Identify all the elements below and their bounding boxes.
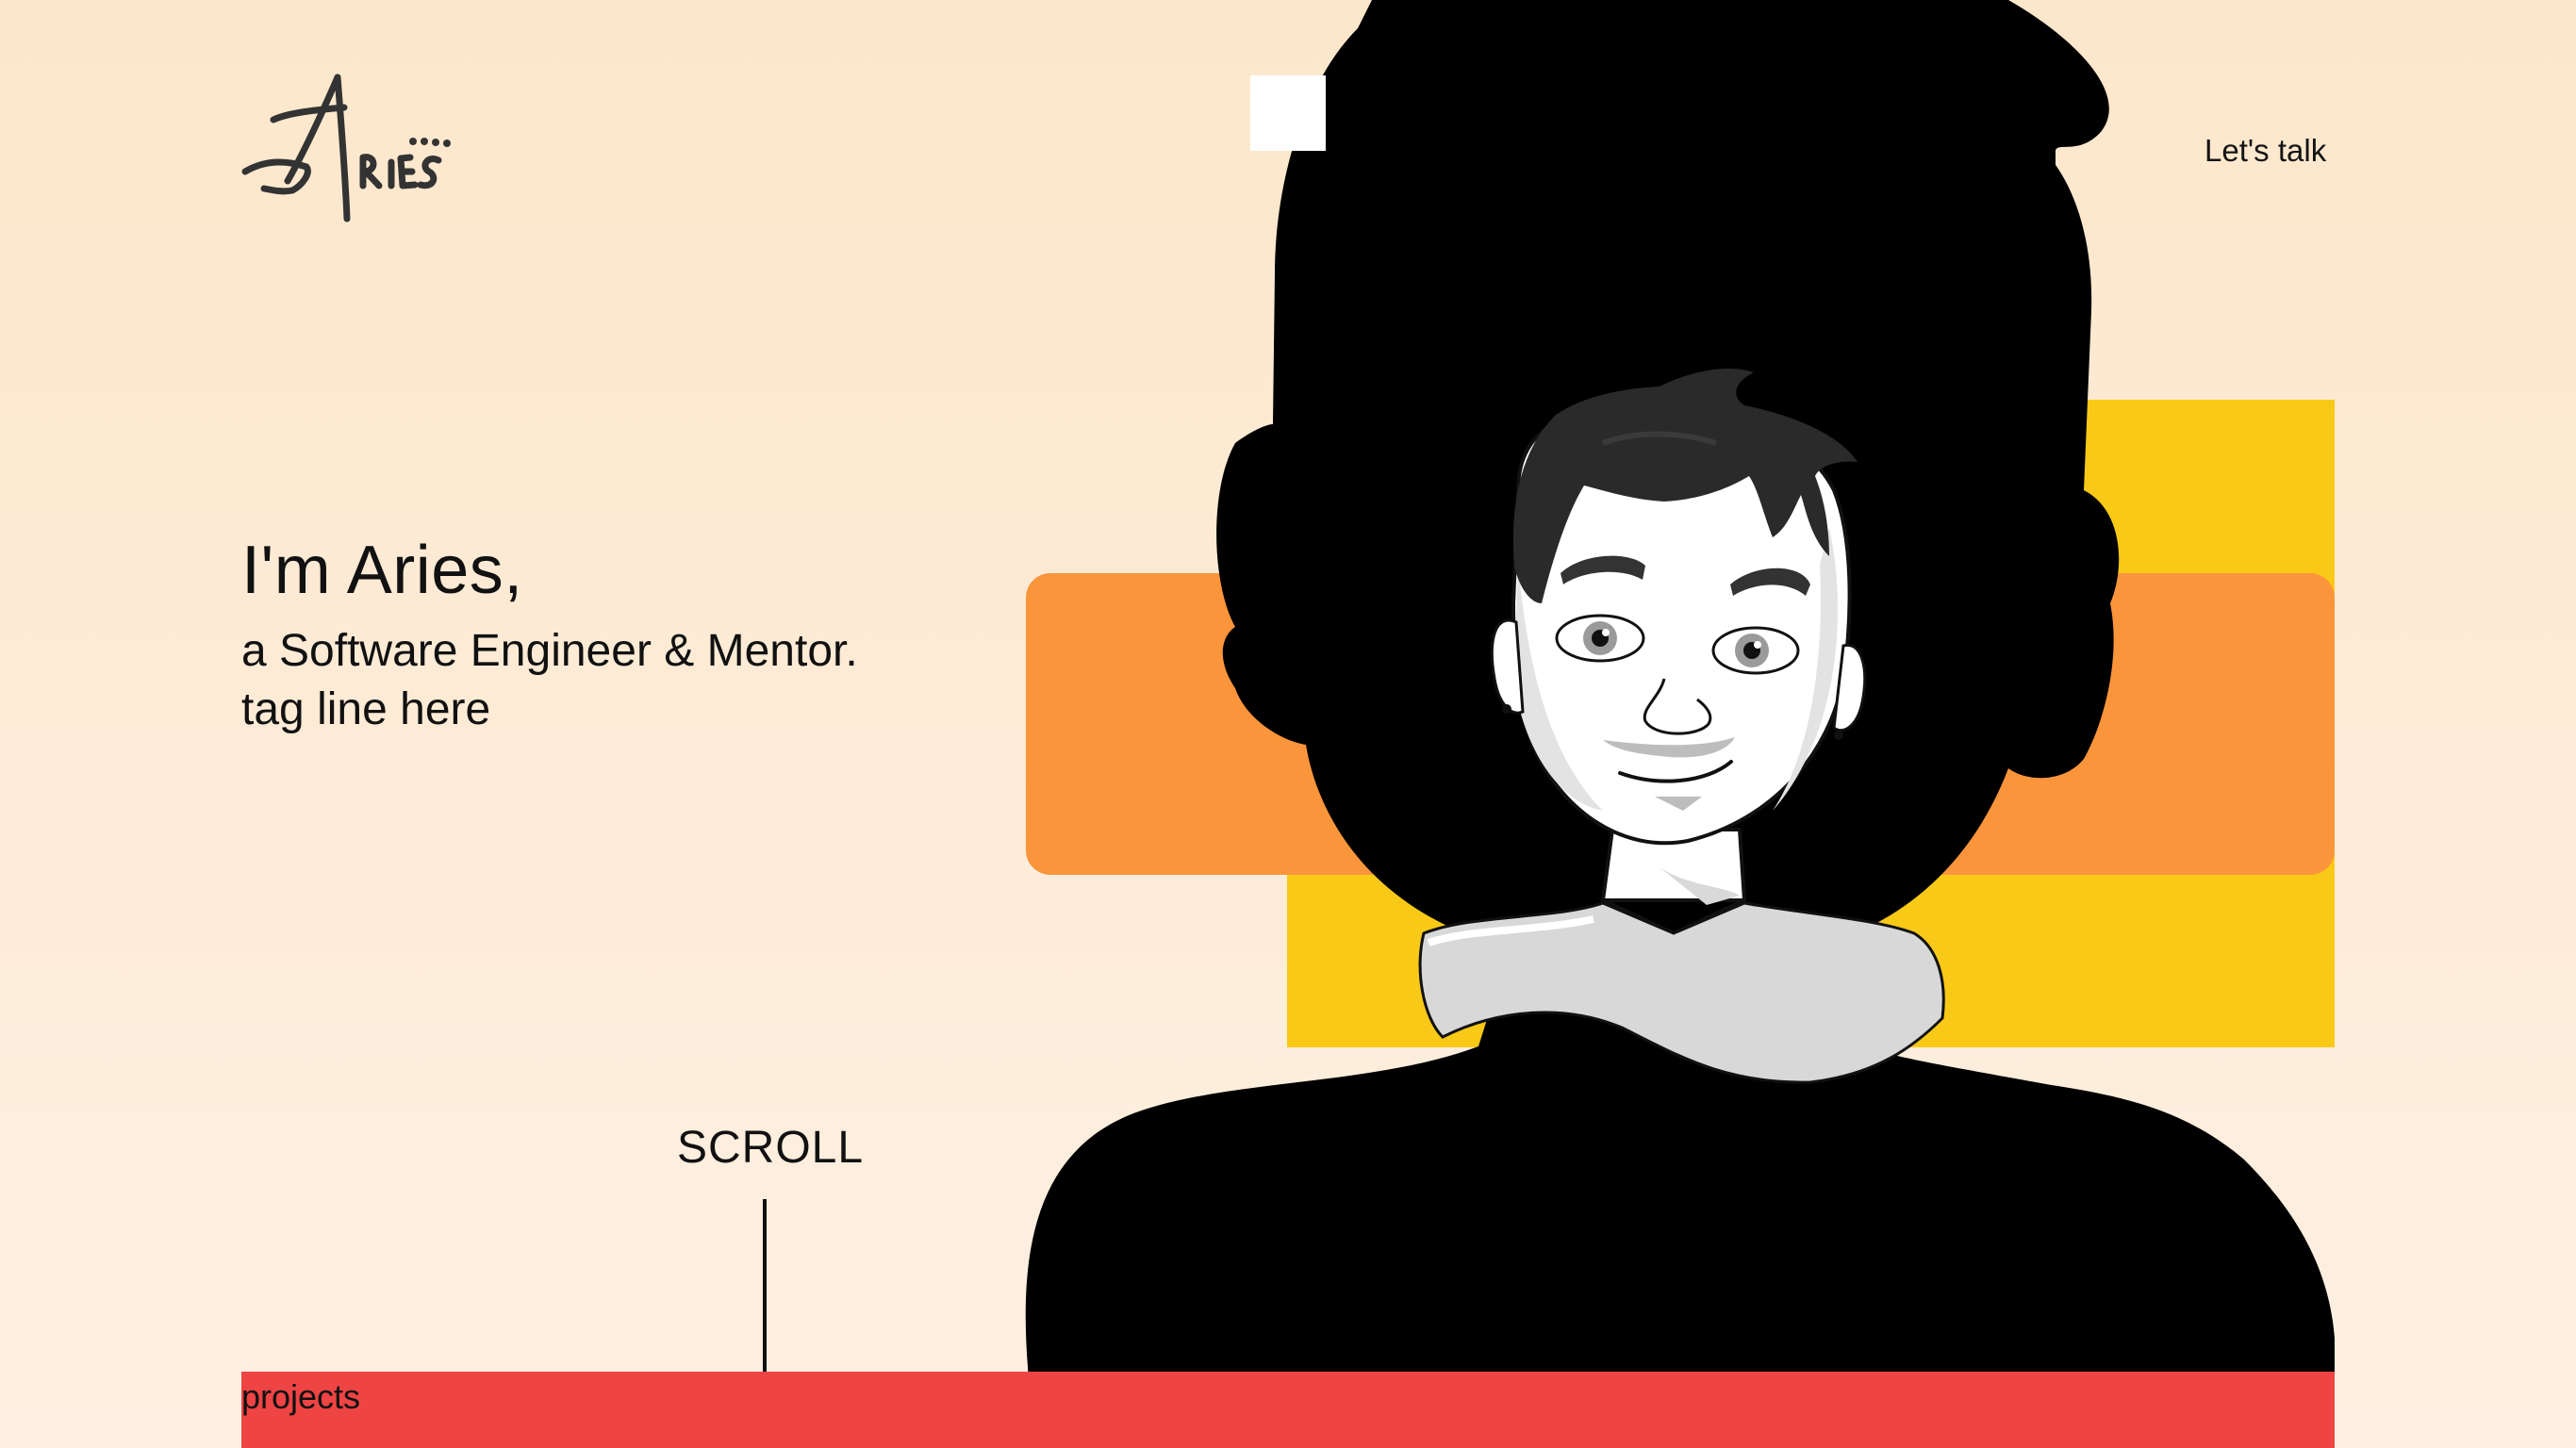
aries-signature-icon [241,74,451,222]
scroll-indicator-label[interactable]: SCROLL [677,1122,864,1174]
orange-block [1026,573,2335,875]
avatar-hair [1512,368,1858,603]
yellow-block [1287,400,2335,1047]
hero-intro: I'm Aries, a Software Engineer & Mentor.… [241,528,858,739]
hero-title: I'm Aries, [241,533,523,608]
hero-subtitle: a Software Engineer & Mentor. [241,626,858,676]
silhouette [1025,0,2335,1448]
projects-section-bar[interactable]: projects [241,1372,2335,1448]
white-square [1250,75,1326,151]
lets-talk-link[interactable]: Let's talk [2204,133,2326,169]
avatar-neck [1418,828,1945,1084]
projects-label[interactable]: projects [241,1377,360,1417]
aries-logo[interactable] [236,68,453,238]
hero-tagline: tag line here [241,684,491,734]
avatar-face [1490,405,1867,846]
